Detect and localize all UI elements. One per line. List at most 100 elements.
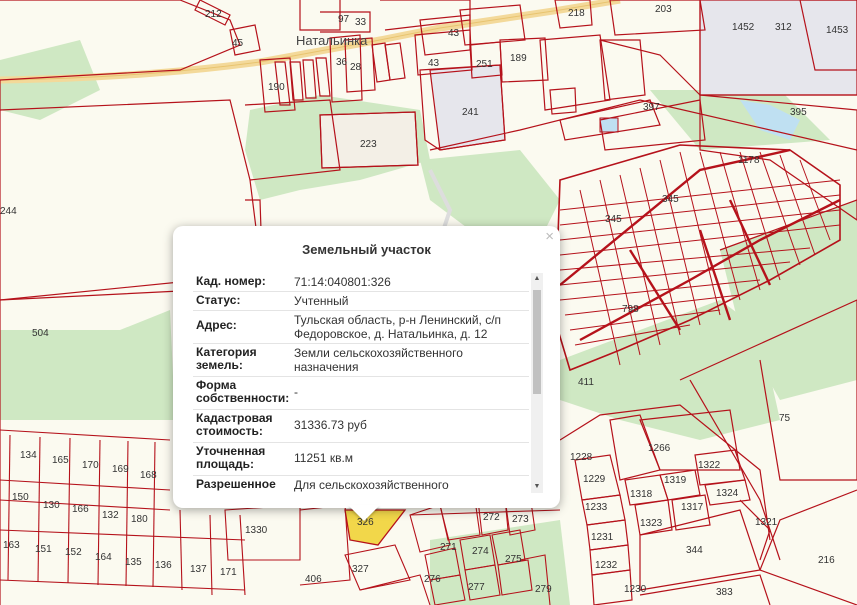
parcel-label: 244 — [0, 206, 17, 217]
parcel-label: 344 — [686, 545, 703, 556]
parcel-label: 97 — [338, 14, 350, 25]
parcel-label: 218 — [568, 8, 585, 19]
parcel-label: 411 — [578, 377, 594, 388]
info-key: Адрес: — [196, 318, 237, 332]
parcel-label: 135 — [125, 557, 142, 568]
parcel-label: 189 — [510, 53, 527, 64]
parcel-label: 33 — [355, 17, 367, 28]
parcel-label: 1319 — [664, 475, 687, 486]
parcel-label: 166 — [72, 504, 89, 515]
parcel-label: 1178 — [738, 155, 760, 166]
parcel-label: 151 — [35, 544, 52, 555]
info-row-land-category: Категория земель: Земли сельскохозяйстве… — [193, 344, 529, 377]
parcel-label: 130 — [43, 500, 60, 511]
info-key: Форма собственности: — [196, 378, 290, 405]
info-key: Кад. номер: — [196, 274, 266, 288]
popup-title: Земельный участок — [302, 242, 431, 257]
parcel-label: 1317 — [681, 502, 704, 513]
info-value: Земли сельскохозяйственного назначения — [294, 346, 463, 374]
parcel-label: 345 — [662, 194, 679, 205]
parcel-label: 136 — [155, 560, 172, 571]
info-row-area: Уточненная площадь: 11251 кв.м — [193, 443, 529, 476]
parcel-label: 383 — [716, 587, 733, 598]
parcel-label: 1323 — [640, 518, 663, 529]
parcel-info-popup: × Земельный участок Кад. номер: 71:14:04… — [173, 226, 560, 508]
pond — [599, 117, 619, 133]
popup-pointer — [348, 505, 380, 521]
locality-label: Натальинка — [296, 33, 368, 48]
parcel-label: 212 — [205, 9, 222, 20]
parcel-label: 45 — [232, 38, 244, 49]
parcel-label: 279 — [535, 584, 552, 595]
parcel-label: 171 — [220, 567, 237, 578]
info-row-ownership: Форма собственности: - — [193, 377, 529, 410]
info-row-cadastral-value: Кадастровая стоимость: 31336.73 руб — [193, 410, 529, 443]
parcel-label: 327 — [352, 564, 369, 575]
parcel-label: 137 — [190, 564, 207, 575]
parcel-label: 216 — [818, 555, 835, 566]
parcel-label: 1321 — [755, 517, 778, 528]
parcel-label: 180 — [131, 514, 148, 525]
info-value: - — [294, 385, 298, 399]
info-key: Разрешенное — [196, 477, 276, 491]
parcel-label: 169 — [112, 464, 129, 475]
info-key: Категория земель: — [196, 345, 257, 372]
popup-scrollbar[interactable]: ▲ ▼ — [531, 273, 543, 493]
parcel-label: 1452 — [732, 22, 755, 33]
parcel-label: 132 — [102, 510, 119, 521]
info-key: Статус: — [196, 293, 241, 307]
parcel-label: 277 — [468, 582, 485, 593]
parcel-label: 251 — [476, 59, 493, 70]
parcel-label: 1324 — [716, 488, 739, 499]
parcel-label: 1230 — [624, 584, 647, 595]
parcel-label: 190 — [268, 82, 285, 93]
parcel-label: 165 — [52, 455, 69, 466]
parcel-label: 1229 — [583, 474, 606, 485]
parcel-label: 170 — [82, 460, 99, 471]
info-key: Уточненная площадь: — [196, 444, 266, 471]
parcel-label: 163 — [3, 540, 20, 551]
parcel-label: 150 — [12, 492, 29, 503]
parcel-label: 134 — [20, 450, 37, 461]
info-value: Тульская область, р-н Ленинский, с/п Фед… — [294, 313, 502, 341]
parcel-label: 274 — [472, 546, 489, 557]
parcel-label: 397 — [643, 102, 660, 113]
parcel-label: 1266 — [648, 443, 671, 454]
info-value: Учтенный — [294, 294, 349, 308]
info-value: 11251 кв.м — [294, 451, 354, 465]
parcel-label: 1231 — [591, 532, 614, 543]
parcel-label: 203 — [655, 4, 672, 15]
parcel-label: 406 — [305, 574, 322, 585]
parcel-label: 75 — [779, 413, 791, 424]
parcel-label: 152 — [65, 547, 82, 558]
info-key: Кадастровая стоимость: — [196, 411, 273, 438]
parcel-label: 1228 — [570, 452, 593, 463]
info-row-address: Адрес: Тульская область, р-н Ленинский, … — [193, 311, 529, 344]
parcel-label: 1453 — [826, 25, 849, 36]
parcel-label: 312 — [775, 22, 792, 33]
parcel-label: 395 — [790, 107, 807, 118]
scrollbar-thumb[interactable] — [533, 290, 541, 394]
parcel-label: 1233 — [585, 502, 608, 513]
parcel-label: 345 — [605, 214, 622, 225]
popup-body[interactable]: Кад. номер: 71:14:040801:326 Статус: Учт… — [193, 273, 543, 493]
info-table: Кад. номер: 71:14:040801:326 Статус: Учт… — [193, 273, 529, 493]
parcel-label: 275 — [505, 554, 522, 565]
parcel-label: 1318 — [630, 489, 653, 500]
parcel-label: 43 — [448, 28, 460, 39]
parcel-label: 28 — [350, 62, 362, 73]
parcel-label: 798 — [622, 304, 639, 315]
parcel-label: 164 — [95, 552, 112, 563]
parcel-label: 43 — [428, 58, 440, 69]
parcel-label: 1232 — [595, 560, 618, 571]
parcel-label: 504 — [32, 328, 49, 339]
info-value: 31336.73 руб — [294, 418, 367, 432]
parcel-label: 1330 — [245, 525, 268, 536]
parcel-label: 168 — [140, 470, 157, 481]
parcel-label: 1322 — [698, 460, 721, 471]
parcel-label: 241 — [462, 107, 479, 118]
info-row-permitted-use: Разрешенное Для сельскохозяйственного — [193, 476, 529, 493]
scroll-down-icon[interactable]: ▼ — [531, 481, 543, 493]
scroll-up-icon[interactable]: ▲ — [531, 273, 543, 285]
info-value: 71:14:040801:326 — [294, 275, 391, 289]
